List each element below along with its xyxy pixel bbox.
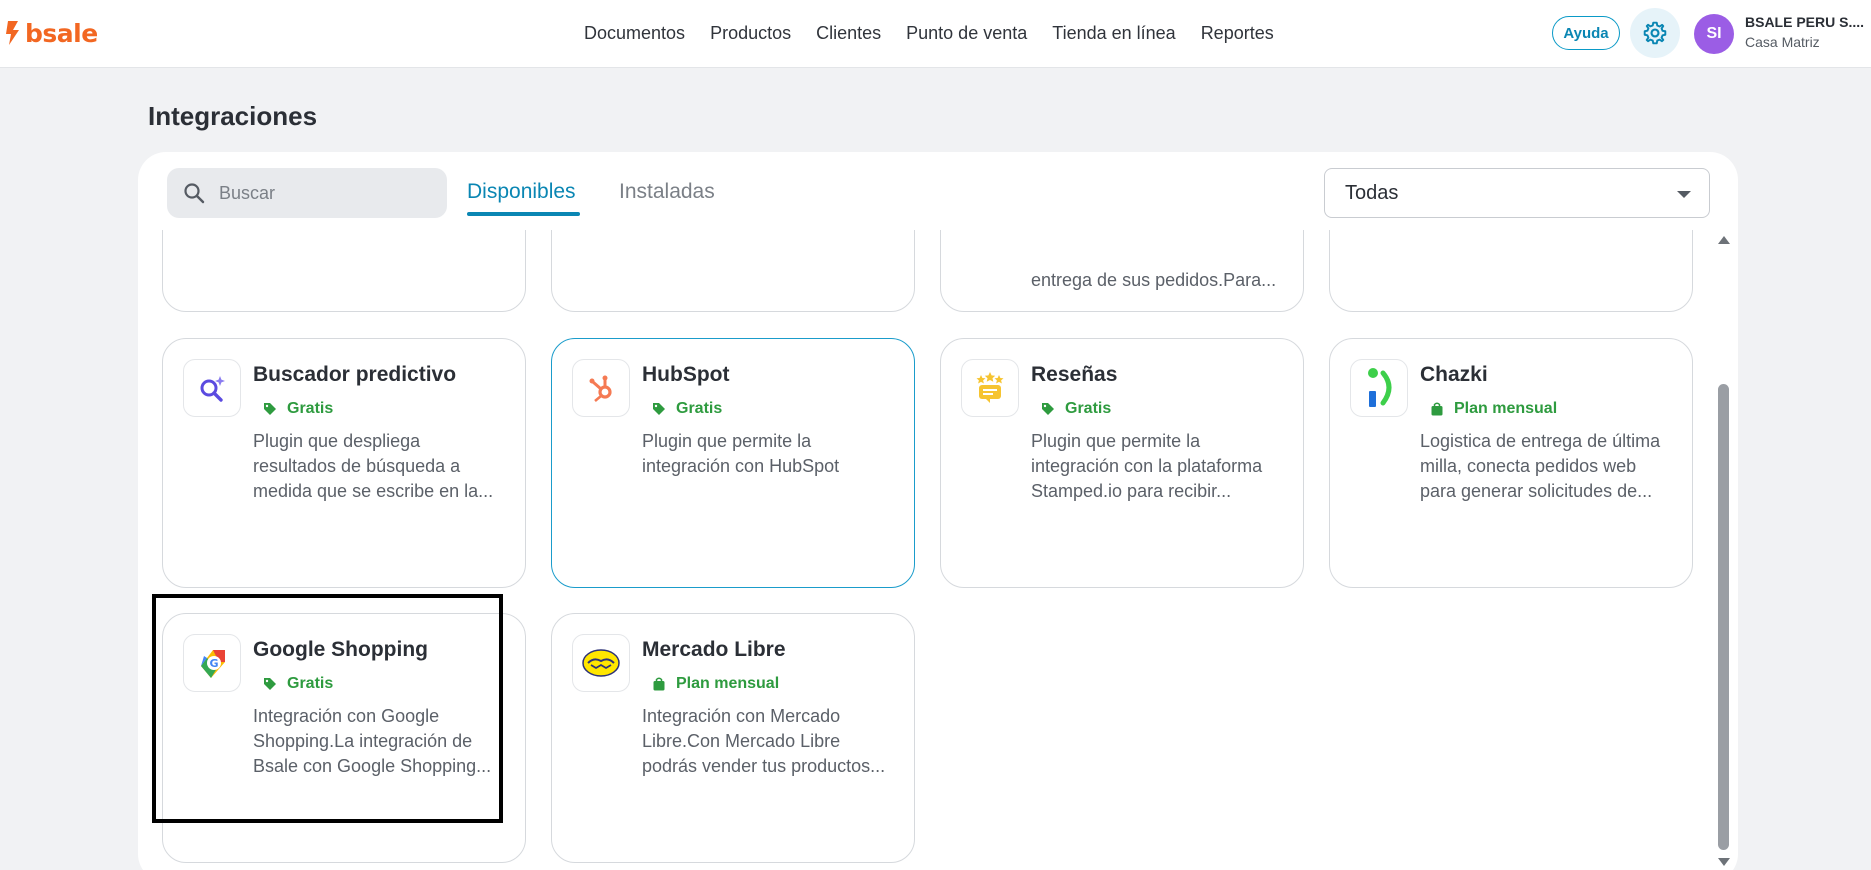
card-title: Google Shopping [253,638,428,661]
search-input[interactable] [219,182,419,204]
card-description: Integración con Google Shopping.La integ… [253,706,492,776]
nav-documentos[interactable]: Documentos [584,23,685,44]
tag-icon [264,403,276,415]
scroll-up-arrow-icon[interactable] [1718,236,1730,244]
chevron-down-icon [1677,191,1691,198]
google-shopping-icon: G [183,634,241,692]
price-label: Plan mensual [1454,400,1558,417]
card-description: Plugin que permite la integración con Hu… [642,431,840,476]
card-description: Plugin que despliega resultados de búsqu… [253,431,494,501]
company-info[interactable]: BSALE PERU S.... Casa Matriz [1745,14,1865,50]
integration-card-resenas[interactable]: Reseñas Gratis Plugin que permite la int… [940,338,1304,588]
gear-icon [1643,21,1667,45]
bag-icon [1431,402,1443,416]
integration-card-hubspot[interactable]: HubSpot Gratis Plugin que permite la int… [551,338,915,588]
search-sparkle-icon [183,359,241,417]
active-tab-indicator [467,212,580,216]
company-branch: Casa Matriz [1745,34,1820,50]
help-button[interactable]: Ayuda [1552,16,1620,50]
nav-reportes[interactable]: Reportes [1201,23,1274,44]
nav-productos[interactable]: Productos [710,23,791,44]
card-title: Reseñas [1031,363,1118,386]
card-description: entrega de sus pedidos.Para... [1031,270,1277,290]
price-badge: Plan mensual [652,675,779,693]
integration-card-chazki[interactable]: Chazki Plan mensual Logistica de entrega… [1329,338,1693,588]
nav-clientes[interactable]: Clientes [816,23,881,44]
hubspot-icon [572,359,630,417]
price-badge: Gratis [652,400,722,418]
company-name: BSALE PERU S.... [1745,14,1865,30]
tag-icon [653,403,665,415]
price-badge: Gratis [263,400,333,418]
mercado-libre-icon [572,634,630,692]
card-description: Plugin que permite la integración con la… [1031,431,1263,501]
category-filter-value: Todas [1345,181,1399,204]
svg-text:G: G [209,657,218,670]
integration-card-partial[interactable] [162,230,526,312]
nav-tienda-en-linea[interactable]: Tienda en línea [1052,23,1175,44]
chazki-icon [1350,359,1408,417]
integrations-grid[interactable]: entrega de sus pedidos.Para... Buscador … [138,230,1718,870]
integration-card-partial[interactable]: entrega de sus pedidos.Para... [940,230,1304,312]
card-title: HubSpot [642,363,730,386]
search-icon [184,183,205,204]
integration-card-mercado-libre[interactable]: Mercado Libre Plan mensual Integración c… [551,613,915,863]
integration-card-google-shopping[interactable]: G Google Shopping Gratis Integración con… [162,613,526,863]
price-badge: Gratis [1041,400,1111,418]
avatar[interactable]: SI [1694,14,1734,54]
price-label: Gratis [287,400,334,417]
category-filter-select[interactable]: Todas [1324,168,1710,218]
card-title: Mercado Libre [642,638,786,661]
search-box[interactable] [167,168,447,218]
price-label: Gratis [1065,400,1112,417]
bag-icon [653,677,665,691]
card-description: Integración con Mercado Libre.Con Mercad… [642,706,886,776]
bsale-logo[interactable]: bsale [4,18,98,48]
logo-text: bsale [25,18,98,48]
reviews-stars-icon [961,359,1019,417]
integration-card-partial[interactable] [1329,230,1693,312]
tab-disponibles[interactable]: Disponibles [467,180,576,204]
card-title: Buscador predictivo [253,363,457,386]
settings-button[interactable] [1630,8,1680,58]
scrollbar-thumb[interactable] [1718,384,1729,850]
tag-icon [264,678,276,690]
price-badge: Gratis [263,675,333,693]
card-description: Logistica de entrega de última milla, co… [1420,431,1661,501]
scroll-down-arrow-icon[interactable] [1718,858,1730,866]
bsale-logo-icon [6,21,19,45]
integration-card-buscador-predictivo[interactable]: Buscador predictivo Gratis Plugin que de… [162,338,526,588]
scrollbar[interactable] [1716,232,1730,870]
price-label: Gratis [676,400,723,417]
nav-punto-de-venta[interactable]: Punto de venta [906,23,1027,44]
price-badge: Plan mensual [1430,400,1557,418]
page-title: Integraciones [148,101,318,131]
integration-card-partial[interactable] [551,230,915,312]
card-title: Chazki [1420,363,1488,386]
top-bar: bsale Documentos Productos Clientes Punt… [0,0,1871,68]
tag-icon [1042,403,1054,415]
price-label: Plan mensual [676,675,780,692]
price-label: Gratis [287,675,334,692]
tab-instaladas[interactable]: Instaladas [619,180,715,204]
main-nav: Documentos Productos Clientes Punto de v… [584,0,1299,66]
